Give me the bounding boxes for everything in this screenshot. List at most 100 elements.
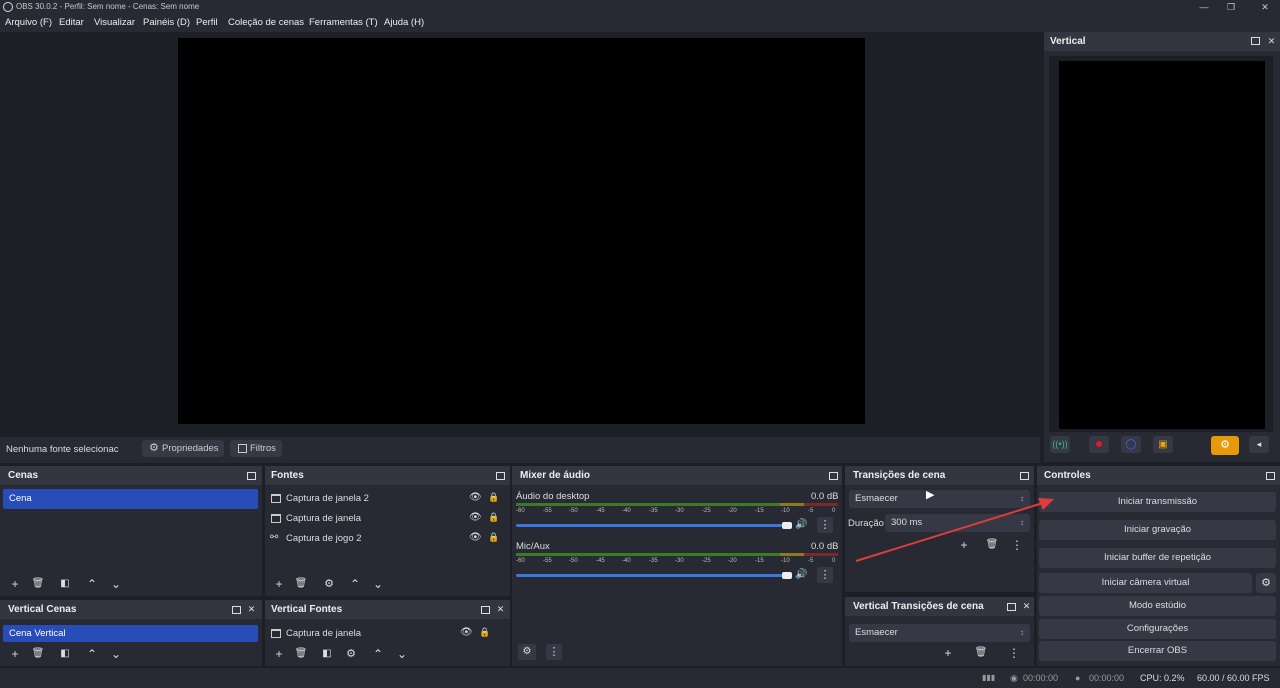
close-icon[interactable]: ✕: [246, 604, 257, 614]
filter-icon[interactable]: ◧: [56, 576, 74, 592]
menu-editar[interactable]: Editar: [59, 17, 84, 28]
source-item[interactable]: Captura de janela 👁 🔒: [265, 509, 510, 529]
lock-icon[interactable]: 🔒: [488, 492, 499, 503]
source-item[interactable]: Captura de janela 2 👁 🔒: [265, 489, 510, 509]
speaker-icon[interactable]: 🔊: [795, 519, 807, 530]
start-recording-button[interactable]: Iniciar gravação: [1039, 520, 1276, 540]
gear-icon[interactable]: ⚙: [342, 646, 360, 662]
source-item[interactable]: Captura de janela 👁 🔒: [265, 624, 510, 644]
trash-icon[interactable]: 🗑: [972, 645, 990, 661]
float-icon[interactable]: [247, 472, 256, 480]
menu-visualizar[interactable]: Visualizar: [94, 17, 135, 28]
add-icon[interactable]: +: [939, 645, 957, 661]
vertical-dock-header: Vertical ✕: [1044, 32, 1280, 51]
menu-arquivo[interactable]: Arquivo (F): [5, 17, 52, 28]
filter-icon[interactable]: ◧: [56, 646, 74, 662]
close-icon[interactable]: ✕: [1021, 601, 1032, 611]
float-icon[interactable]: [829, 472, 838, 480]
float-icon[interactable]: [1251, 37, 1260, 45]
vertical-camera-button[interactable]: ▣: [1153, 436, 1173, 453]
vertical-transition-select[interactable]: Esmaecer ↕: [849, 624, 1030, 642]
volume-slider[interactable]: [516, 524, 792, 527]
eye-icon[interactable]: 👁: [469, 532, 482, 543]
scene-item[interactable]: Cena Vertical: [3, 625, 258, 642]
chevron-down-icon[interactable]: ⌄: [393, 646, 411, 662]
chevron-up-icon[interactable]: ⌃: [346, 576, 364, 592]
kebab-menu-icon[interactable]: ⋮: [817, 567, 833, 583]
kebab-menu-icon[interactable]: ⋮: [817, 517, 833, 533]
maximize-button[interactable]: ❐: [1224, 1, 1238, 13]
filters-button[interactable]: Filtros: [230, 440, 282, 457]
eye-icon[interactable]: 👁: [460, 627, 473, 638]
chevron-down-icon[interactable]: ⌄: [107, 576, 125, 592]
replay-buffer-button[interactable]: Iniciar buffer de repetição: [1039, 548, 1276, 568]
menu-paineis[interactable]: Painéis (D): [143, 17, 190, 28]
trash-icon[interactable]: 🗑: [29, 576, 47, 592]
trash-icon[interactable]: 🗑: [292, 646, 310, 662]
tick-label: -55: [543, 508, 552, 514]
tick-label: -5: [808, 558, 814, 564]
tick-label: -40: [622, 558, 631, 564]
vertical-menu-button[interactable]: ◂: [1249, 436, 1269, 453]
trash-icon[interactable]: 🗑: [29, 646, 47, 662]
properties-button[interactable]: ⚙ Propriedades: [142, 440, 224, 457]
menu-colecao-cenas[interactable]: Coleção de cenas: [228, 17, 304, 28]
float-icon[interactable]: [1020, 472, 1029, 480]
vertical-record-button[interactable]: [1089, 436, 1109, 453]
lock-icon[interactable]: 🔒: [488, 532, 499, 543]
settings-button[interactable]: Configurações: [1039, 619, 1276, 639]
volume-slider-handle[interactable]: [782, 522, 792, 529]
scene-item[interactable]: Cena: [3, 489, 258, 509]
vertical-settings-button[interactable]: ⚙: [1211, 436, 1239, 455]
virtual-camera-button[interactable]: Iniciar câmera virtual: [1039, 573, 1252, 593]
start-streaming-button[interactable]: Iniciar transmissão: [1039, 492, 1276, 512]
window-title: OBS 30.0.2 - Perfil: Sem nome - Cenas: S…: [16, 2, 200, 11]
add-icon[interactable]: +: [270, 646, 288, 662]
vertical-stream-button[interactable]: ((•)): [1050, 436, 1070, 453]
preview-canvas[interactable]: [178, 38, 865, 424]
close-icon[interactable]: ✕: [1266, 36, 1277, 46]
chevron-up-icon[interactable]: ⌃: [83, 646, 101, 662]
lock-icon[interactable]: 🔒: [488, 512, 499, 523]
volume-slider-handle[interactable]: [782, 572, 792, 579]
add-icon[interactable]: +: [270, 576, 288, 592]
meter-yellow: [780, 503, 804, 506]
studio-mode-button[interactable]: Modo estúdio: [1039, 596, 1276, 616]
source-item[interactable]: ⚯ Captura de jogo 2 👁 🔒: [265, 529, 510, 549]
add-icon[interactable]: +: [6, 576, 24, 592]
minimize-button[interactable]: —: [1197, 1, 1211, 13]
add-icon[interactable]: +: [6, 646, 24, 662]
menu-ajuda[interactable]: Ajuda (H): [384, 17, 424, 28]
float-icon[interactable]: [481, 606, 490, 614]
virtual-camera-gear-icon[interactable]: ⚙: [1256, 573, 1276, 593]
chevron-up-icon[interactable]: ⌃: [83, 576, 101, 592]
filter-icon[interactable]: ◧: [318, 646, 336, 662]
float-icon[interactable]: [496, 472, 505, 480]
volume-slider[interactable]: [516, 574, 792, 577]
chevron-down-icon[interactable]: ⌄: [107, 646, 125, 662]
kebab-menu-icon[interactable]: ⋮: [546, 644, 562, 660]
float-icon[interactable]: [1007, 603, 1016, 611]
trash-icon[interactable]: 🗑: [292, 576, 310, 592]
vertical-dock: Vertical ✕ ((•)) ◯ ▣ ⚙ ◂: [1044, 32, 1280, 462]
meter-red: [804, 503, 838, 506]
gear-icon[interactable]: ⚙: [320, 576, 338, 592]
eye-icon[interactable]: 👁: [469, 492, 482, 503]
float-icon[interactable]: [1266, 472, 1275, 480]
chevron-down-icon[interactable]: ⌄: [369, 576, 387, 592]
kebab-menu-icon[interactable]: ⋮: [1005, 645, 1023, 661]
float-icon[interactable]: [232, 606, 241, 614]
chevron-up-icon[interactable]: ⌃: [369, 646, 387, 662]
menu-ferramentas[interactable]: Ferramentas (T): [309, 17, 378, 28]
menu-perfil[interactable]: Perfil: [196, 17, 218, 28]
exit-button[interactable]: Encerrar OBS: [1039, 641, 1276, 661]
lock-icon[interactable]: 🔒: [479, 627, 490, 638]
eye-icon[interactable]: 👁: [469, 512, 482, 523]
vertical-replay-button[interactable]: ◯: [1121, 436, 1141, 453]
close-button[interactable]: ✕: [1258, 1, 1272, 13]
speaker-icon[interactable]: 🔊: [795, 569, 807, 580]
advanced-audio-gear-icon[interactable]: ⚙: [518, 644, 536, 660]
vertical-preview-canvas[interactable]: [1059, 61, 1265, 429]
close-icon[interactable]: ✕: [495, 604, 506, 614]
vertical-sources-dock: Vertical Fontes ✕ Captura de janela 👁 🔒 …: [265, 600, 510, 666]
